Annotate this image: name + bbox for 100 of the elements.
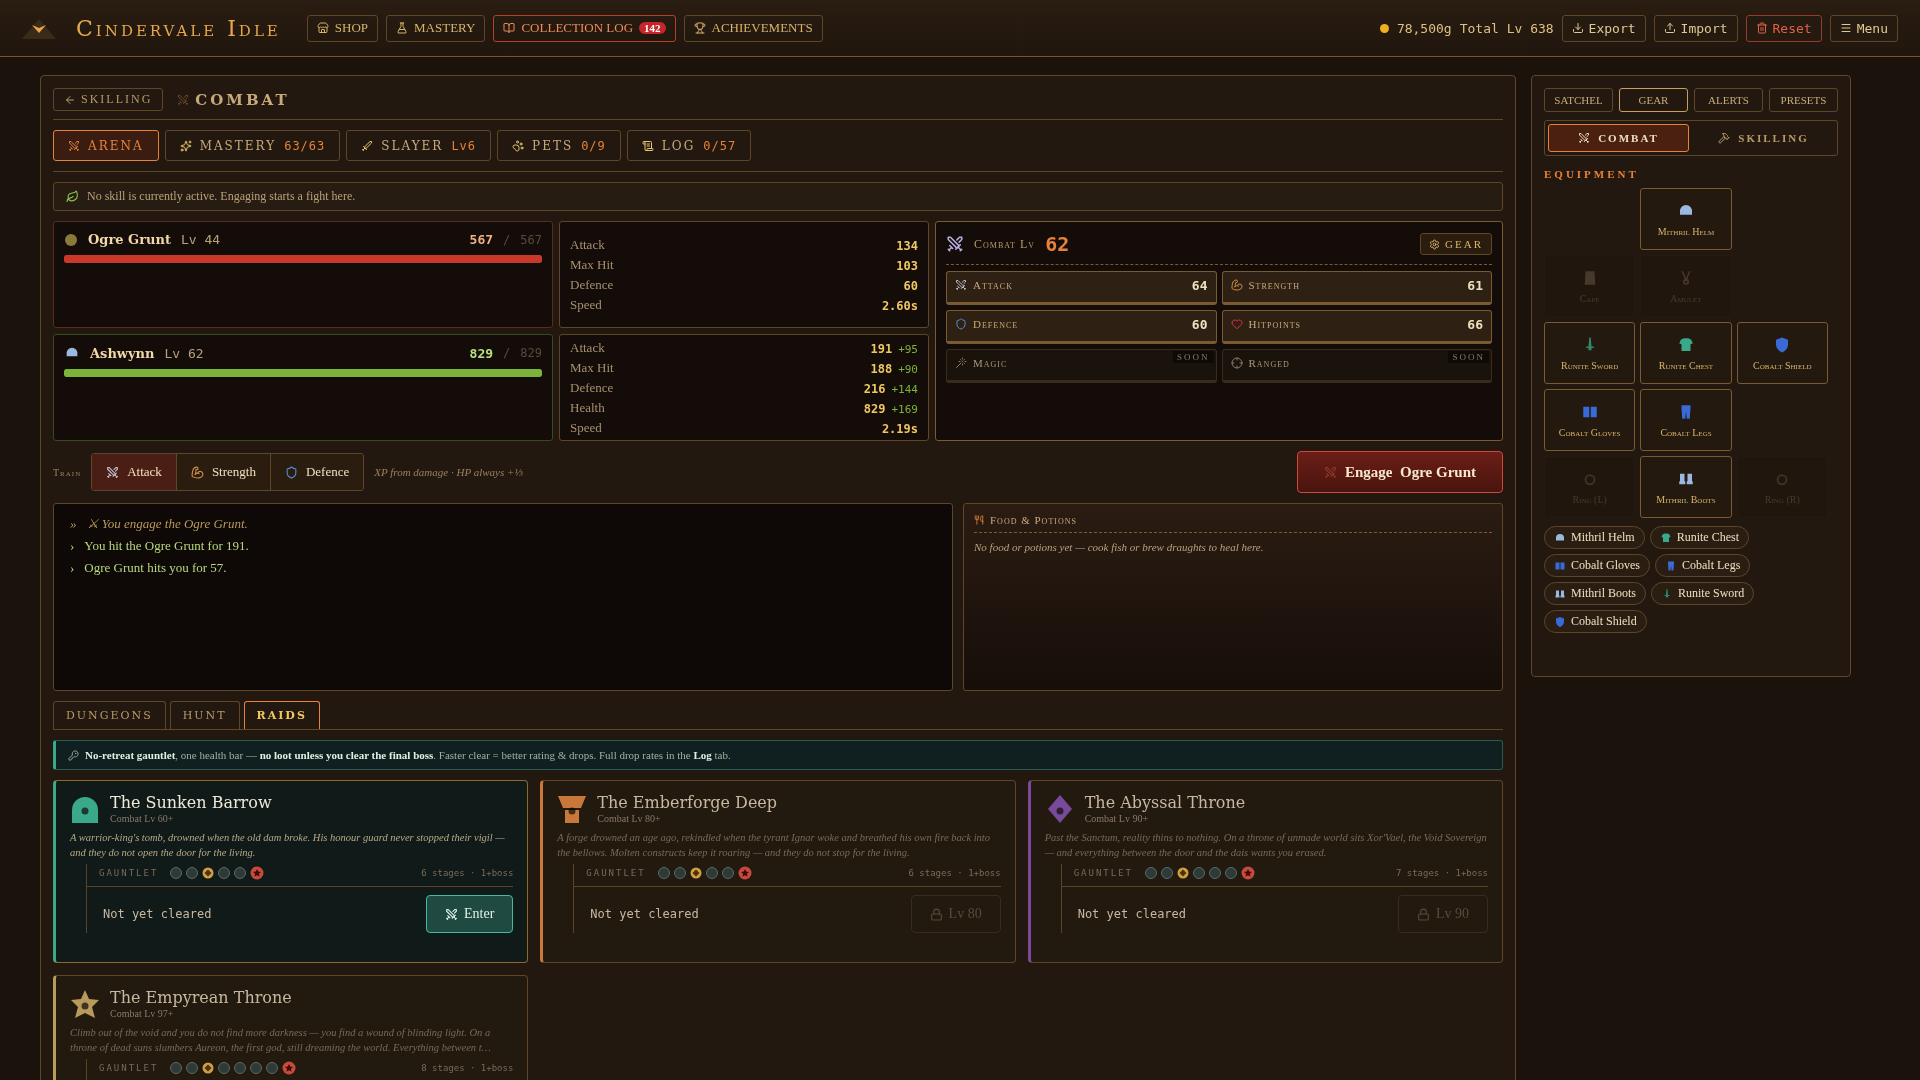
equipped-slot[interactable]: Cobalt Gloves	[1544, 389, 1636, 451]
crossed-swords-icon	[1324, 465, 1337, 479]
stat-value: 829	[863, 401, 886, 416]
raid-emblem-icon	[70, 988, 100, 1019]
item-chip[interactable]: Cobalt Shield	[1544, 610, 1647, 633]
engage-button[interactable]: Engage Ogre Grunt	[1297, 451, 1503, 493]
total-level: Total Lv 638	[1459, 20, 1554, 36]
stage-count: 6 stages · 1+boss	[421, 868, 514, 879]
hp-separator: /	[503, 232, 511, 247]
item-chip[interactable]: Runite Sword	[1651, 582, 1755, 605]
nav-tab[interactable]: SHOP	[306, 14, 379, 42]
mode-toggle[interactable]: SKILLING	[1693, 124, 1834, 152]
combat-level-value: 62	[1045, 232, 1070, 256]
mode-tab[interactable]: RAIDS	[243, 701, 320, 729]
lock-icon	[1416, 907, 1430, 921]
stat-value: 134	[896, 238, 918, 253]
skill-name: Magic	[973, 357, 1008, 369]
combatant-name: Ashwynn	[90, 345, 155, 361]
item-chip[interactable]: Cobalt Gloves	[1544, 554, 1650, 577]
nav-tab[interactable]: MASTERY	[386, 14, 486, 42]
train-option[interactable]: Attack	[92, 454, 177, 490]
log-marker: »	[70, 516, 77, 532]
skill-level: 64	[1191, 277, 1208, 293]
boss-star-icon	[737, 866, 752, 881]
wand-icon	[955, 357, 967, 369]
equipped-slot[interactable]: Cobalt Shield	[1736, 322, 1828, 384]
notice-text: No skill is currently active. Engaging starts a fight here.	[87, 189, 356, 204]
enter-button[interactable]: Enter	[426, 895, 514, 934]
nav-tab[interactable]: COLLECTION LOG 142	[493, 14, 676, 42]
stat-value: 2.60s	[881, 298, 918, 313]
equipped-slot[interactable]: Runite Sword	[1544, 322, 1636, 384]
gauntlet-label: GAUNTLET	[99, 868, 159, 879]
panel-tab[interactable]: ALERTS	[1694, 88, 1763, 112]
section-tab[interactable]: LOG 0/57	[626, 130, 752, 161]
combatant-level: Lv 44	[180, 232, 221, 247]
panel-tab[interactable]: SATCHEL	[1544, 88, 1613, 112]
gauntlet-label: GAUNTLET	[99, 1063, 159, 1074]
item-chip[interactable]: Runite Chest	[1649, 526, 1749, 549]
coin-icon	[1379, 23, 1389, 33]
shield-icon	[955, 318, 967, 330]
section-tab[interactable]: SLAYER Lv6	[346, 130, 492, 161]
log-marker: ›	[70, 538, 75, 554]
train-option[interactable]: Strength	[176, 454, 271, 490]
key-icon	[68, 749, 79, 761]
skill-name: Hitpoints	[1248, 318, 1301, 330]
raid-description: A warrior-king's tomb, drowned when the old dam broke. His honour guard never stopped their vigil — and they do not open the door for the living.	[70, 831, 506, 861]
section-tab[interactable]: MASTERY 63/63	[164, 130, 341, 161]
skill-name: Attack	[973, 279, 1013, 291]
skill-level: 61	[1467, 277, 1483, 293]
panel-tab[interactable]: PRESETS	[1769, 88, 1838, 112]
section-tab[interactable]: PETS 0/9	[497, 130, 621, 161]
raid-emblem-icon	[557, 793, 588, 824]
equipped-slot[interactable]: Mithril Boots	[1640, 456, 1732, 518]
toolbar-button[interactable]: Import	[1653, 14, 1738, 42]
mode-toggle[interactable]: COMBAT	[1548, 124, 1689, 152]
trophy-icon	[693, 22, 706, 34]
item-chip[interactable]: Mithril Boots	[1544, 582, 1646, 605]
current-stage-icon	[1177, 867, 1189, 880]
empty-message: No food or potions yet — cook fish or brew draughts to heal here.	[974, 541, 1265, 553]
train-option[interactable]: Defence	[270, 454, 364, 490]
boss-star-icon	[1241, 866, 1255, 881]
clear-status: Not yet cleared	[1077, 907, 1187, 922]
stage-dot	[170, 867, 183, 880]
info-text: No-retreat gauntlet, one health bar — no loot unless you clear the final boss. Faster clear = better rating & drops. Full drop rates in the Log tab.	[85, 749, 731, 761]
skill-level: 66	[1467, 316, 1483, 332]
mode-tab[interactable]: DUNGEONS	[53, 701, 166, 729]
stage-count: 6 stages · 1+boss	[908, 868, 1001, 879]
hp-value: 567	[469, 232, 494, 247]
equipped-slot[interactable]: Cobalt Legs	[1640, 389, 1732, 451]
lock-icon	[929, 907, 943, 921]
section-tab[interactable]: ARENA	[53, 130, 159, 161]
panel-tab[interactable]: GEAR	[1619, 88, 1688, 112]
equipped-slot[interactable]: Runite Chest	[1640, 322, 1732, 384]
raid-description: A forge drowned an age ago, rekindled when the tyrant Ignar woke and breathed his own fire back into the bellows. Molten constructs keep it roaring — and they do not stop for the living.	[557, 831, 991, 861]
panel-title: Food & Potions	[990, 514, 1077, 526]
combat-level-label: Combat Lv	[974, 236, 1036, 252]
equipped-slot[interactable]: Mithril Helm	[1640, 188, 1732, 250]
mode-tab[interactable]: HUNT	[169, 701, 240, 729]
raid-name: The Emberforge Deep	[597, 793, 778, 812]
crossed-swords-icon	[955, 279, 967, 291]
toolbar-button[interactable]: Export	[1561, 14, 1646, 42]
item-chip[interactable]: Mithril Helm	[1544, 526, 1645, 549]
log-line: You hit the Ogre Grunt for 191.	[84, 538, 249, 554]
gear-button[interactable]: GEAR	[1420, 233, 1492, 255]
nav-tab[interactable]: ACHIEVEMENTS	[683, 14, 823, 42]
item-chip[interactable]: Cobalt Legs	[1655, 554, 1751, 577]
back-button[interactable]: SKILLING	[53, 88, 164, 111]
toolbar-button[interactable]: Menu	[1829, 14, 1898, 42]
hp-max: 829	[520, 346, 542, 360]
section-title: COMBAT	[195, 90, 290, 109]
stage-dot	[1209, 867, 1221, 880]
raid-name: The Abyssal Throne	[1084, 793, 1246, 812]
download-icon	[1571, 22, 1584, 34]
stage-dot	[266, 1062, 279, 1075]
stage-dot	[218, 867, 231, 880]
toolbar-button[interactable]: Reset	[1745, 14, 1822, 42]
log-line: ⚔ You engage the Ogre Grunt.	[86, 516, 248, 532]
skill-name: Strength	[1248, 279, 1300, 291]
scroll-icon	[641, 139, 654, 152]
raid-requirement: Combat Lv 80+	[597, 813, 662, 824]
